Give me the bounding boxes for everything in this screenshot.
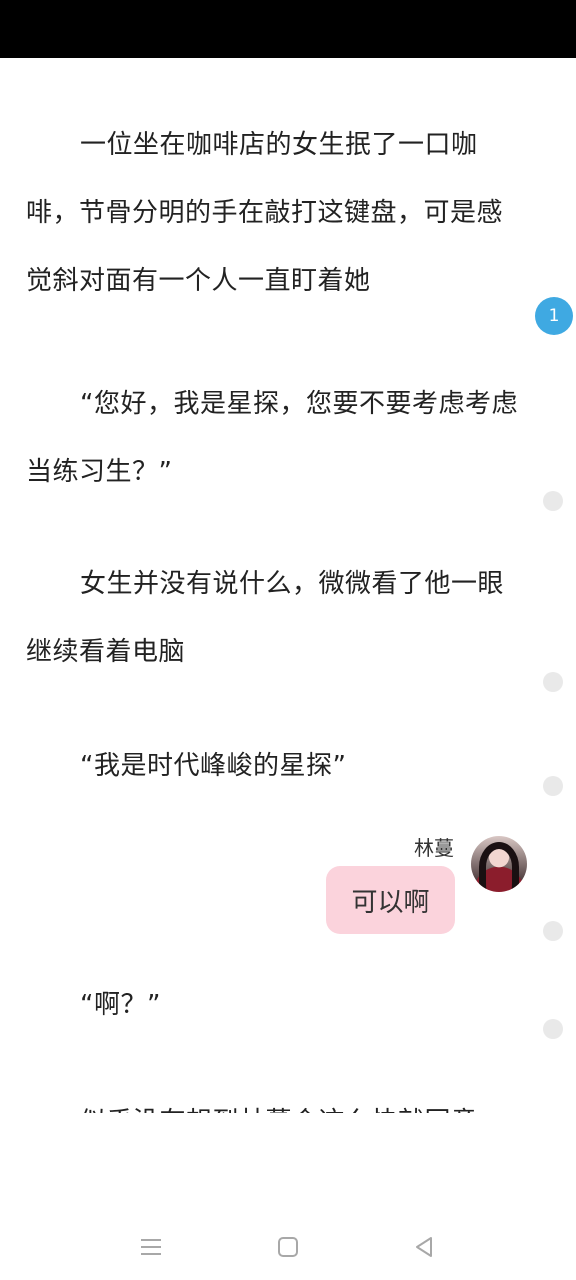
comment-dot[interactable] <box>543 921 563 941</box>
navigation-bar <box>0 1200 576 1280</box>
chat-bubble[interactable]: 可以啊 <box>326 866 455 934</box>
paragraph-4: “我是时代峰峻的星探” <box>80 751 347 781</box>
paragraph-3: 女生并没有说什么，微微看了他一眼继续看着电脑 <box>26 569 505 667</box>
avatar[interactable] <box>471 836 527 892</box>
paragraph-2: “您好，我是星探，您要不要考虑考虑当练习生？” <box>26 389 518 487</box>
comment-dot[interactable] <box>543 672 563 692</box>
reader-content[interactable]: 一位坐在咖啡店的女生抿了一口咖啡，节骨分明的手在敲打这键盘，可是感觉斜对面有一个… <box>0 58 576 1113</box>
comment-dot[interactable] <box>543 776 563 796</box>
chat-sender-name: 林蔓 <box>414 836 454 860</box>
back-triangle-icon[interactable] <box>409 1232 439 1262</box>
comment-count-badge[interactable]: 1 <box>535 297 573 335</box>
paragraph-6: 似乎没有想到林蔓会这么快就同意 <box>26 1088 526 1113</box>
paragraph-5: “啊？” <box>80 990 161 1020</box>
home-square-icon[interactable] <box>273 1232 303 1262</box>
menu-icon[interactable] <box>136 1232 166 1262</box>
paragraph-1: 一位坐在咖啡店的女生抿了一口咖啡，节骨分明的手在敲打这键盘，可是感觉斜对面有一个… <box>26 130 504 296</box>
comment-dot[interactable] <box>543 1019 563 1039</box>
comment-dot[interactable] <box>543 491 563 511</box>
status-bar <box>0 0 576 58</box>
